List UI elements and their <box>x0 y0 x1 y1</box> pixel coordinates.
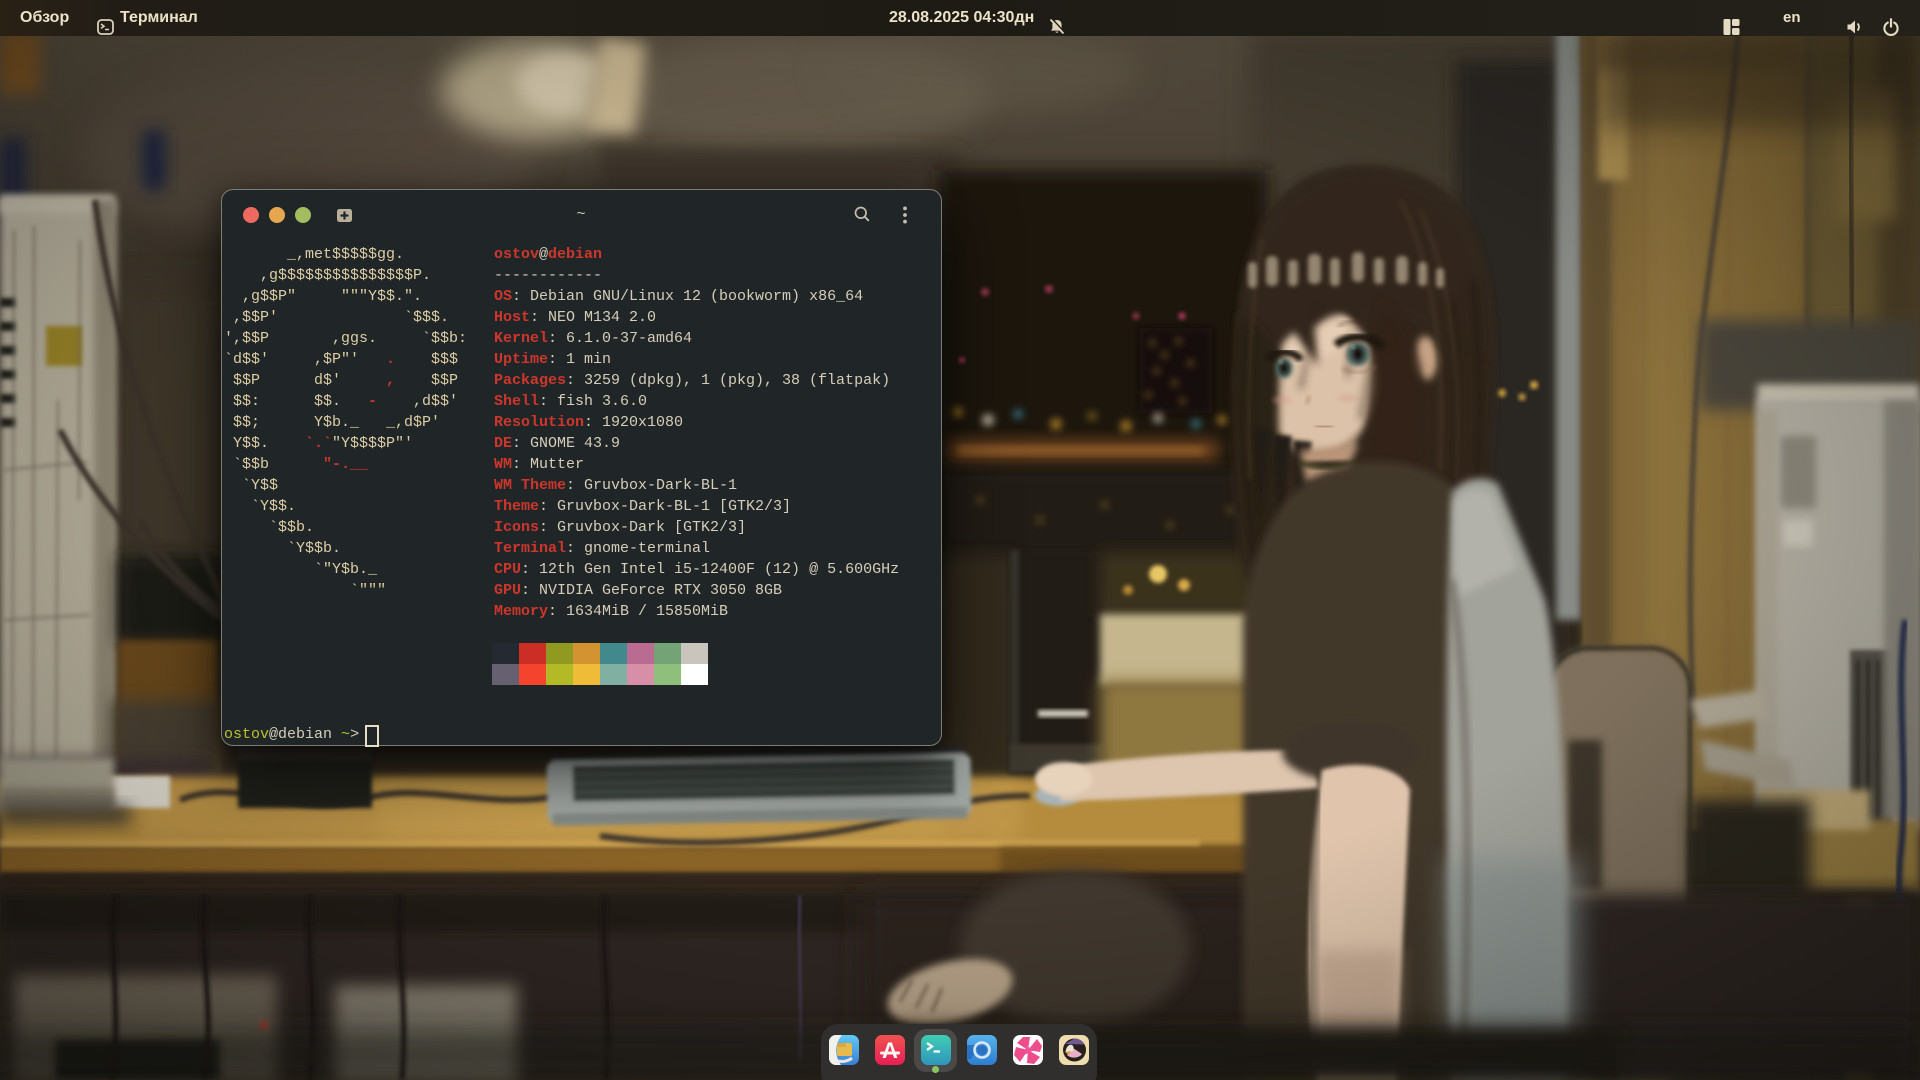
svg-text:A: A <box>882 1038 898 1063</box>
